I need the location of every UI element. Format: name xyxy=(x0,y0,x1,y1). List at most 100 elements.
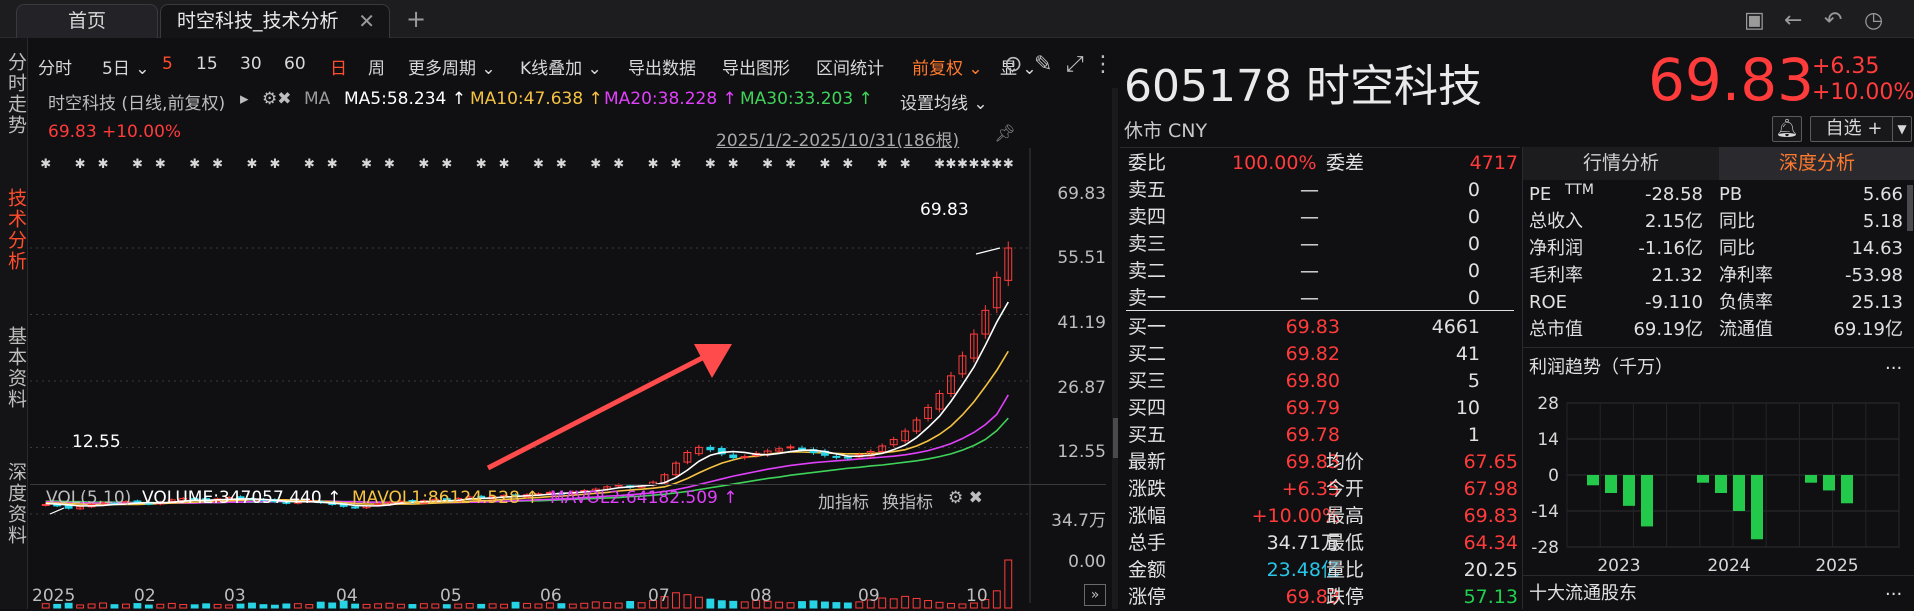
candles xyxy=(41,241,1013,511)
profit-y-tick: 14 xyxy=(1537,430,1559,450)
more-icon[interactable]: ⋮ xyxy=(1092,52,1114,77)
stat-row: 涨幅 +10.00% 最高 69.83 xyxy=(1120,503,1520,530)
nav-basic-info[interactable]: 基本资料 xyxy=(0,326,28,410)
panel-splitter[interactable] xyxy=(1112,88,1118,609)
stat-value: 69.83 xyxy=(1285,451,1340,473)
bid-row[interactable]: 买二 69.82 41 xyxy=(1120,341,1520,368)
event-marker: ✱ xyxy=(418,157,429,172)
undo-icon[interactable]: ↶ xyxy=(1824,8,1842,33)
candle-body xyxy=(740,456,749,459)
set-ma-button[interactable]: 设置均线 ⌄ xyxy=(900,89,988,114)
volume-bar xyxy=(167,602,176,609)
divider xyxy=(1523,575,1914,576)
tab-tech-analysis[interactable]: 时空科技_技术分析 ✕ xyxy=(160,4,390,38)
chart-toolbar: 分时 5日 ⌄ 5 15 30 60 日周更多周期 ⌄ K线叠加 ⌄ 导出数据 导出图形 区间统计 前… xyxy=(32,44,1112,88)
tab-home-label: 首页 xyxy=(67,10,106,32)
scroll-right-button[interactable]: » xyxy=(1084,584,1106,606)
candle-body xyxy=(832,455,841,458)
event-marker: ✱ xyxy=(648,157,659,172)
stat-label: 跌停 xyxy=(1326,586,1365,608)
x-tick: 09 xyxy=(858,586,880,606)
volume-bar xyxy=(213,603,222,609)
watchlist-button[interactable]: 自选 + xyxy=(1810,116,1898,142)
alert-bell-icon[interactable]: 🔔︎ xyxy=(1772,116,1802,142)
fullscreen-icon[interactable]: ⤢ xyxy=(1066,52,1084,77)
tab-market-analysis[interactable]: 行情分析 xyxy=(1523,147,1719,180)
gear-icon[interactable]: ⚙✖ xyxy=(262,89,291,109)
ask-row[interactable]: 卖二 — 0 xyxy=(1120,258,1520,285)
stat-label: 今开 xyxy=(1326,478,1365,500)
toolbar-item[interactable]: 导出图形 xyxy=(722,54,790,79)
bid-row[interactable]: 买三 69.80 5 xyxy=(1120,368,1520,395)
toolbar-item[interactable]: 15 xyxy=(196,54,218,74)
event-marker: ✱ xyxy=(441,157,452,172)
ask-row[interactable]: 卖一 — 0 xyxy=(1120,285,1520,312)
chart-last-pct: +10.00% xyxy=(102,122,182,142)
metric-label: ROE xyxy=(1529,292,1568,313)
tab-deep-analysis[interactable]: 深度分析 xyxy=(1719,147,1914,180)
y-tick-3: 41.19 xyxy=(1057,313,1106,333)
toolbar-item[interactable]: K线叠加 ⌄ xyxy=(520,54,602,79)
history-icon[interactable]: ◷ xyxy=(1864,8,1883,33)
indicator-settings-icon[interactable]: ⚙ ✖ xyxy=(948,488,983,508)
volume-bar xyxy=(809,600,818,609)
event-marker: ✱ xyxy=(476,157,487,172)
stat-value: 64.34 xyxy=(1463,532,1518,554)
ask-price: — xyxy=(1300,287,1319,309)
toolbar-item[interactable]: 5 xyxy=(162,54,173,74)
top10-holders-more[interactable]: ... xyxy=(1885,579,1902,600)
toolbar-item[interactable]: 30 xyxy=(240,54,262,74)
metric-value: 25.13 xyxy=(1851,292,1903,313)
ask-row[interactable]: 卖三 — 0 xyxy=(1120,231,1520,258)
chart-collapse-icon[interactable]: ▸ xyxy=(240,89,249,109)
toolbar-item[interactable]: 周 xyxy=(368,54,385,79)
screenshot-icon[interactable]: ▣ xyxy=(1744,8,1765,33)
profit-bar xyxy=(1733,475,1745,511)
metric-row: 总市值 69.19亿 流通值 69.19亿 xyxy=(1529,316,1909,343)
metric-sublabel: TTM xyxy=(1565,182,1594,198)
profit-trend-more[interactable]: ... xyxy=(1885,353,1902,374)
ask-row[interactable]: 卖五 — 0 xyxy=(1120,177,1520,204)
brush-icon[interactable]: ✎ xyxy=(1034,52,1052,77)
toolbar-item[interactable]: 更多周期 ⌄ xyxy=(408,54,496,79)
stat-label: 均价 xyxy=(1326,451,1365,473)
toolbar-item[interactable]: 前复权 ⌄ xyxy=(912,54,983,79)
toolbar-item[interactable]: 导出数据 xyxy=(628,54,696,79)
toolbar-item[interactable]: 5日 ⌄ xyxy=(102,54,149,79)
watchlist-dropdown-icon[interactable]: ▼ xyxy=(1892,116,1912,142)
event-marker: ✱ xyxy=(155,157,166,172)
pin-icon[interactable]: 📌︎ xyxy=(994,124,1016,144)
settings-circle-icon[interactable]: ⊙ xyxy=(1004,52,1022,77)
stat-label: 涨幅 xyxy=(1128,505,1167,527)
add-indicator-button[interactable]: 加指标 xyxy=(818,488,869,513)
nav-deep-info[interactable]: 深度资料 xyxy=(0,462,28,546)
bid-row[interactable]: 买四 69.79 10 xyxy=(1120,395,1520,422)
toolbar-item[interactable]: 分时 xyxy=(38,54,72,79)
toolbar-item[interactable]: 60 xyxy=(284,54,306,74)
swap-indicator-button[interactable]: 换指标 xyxy=(882,488,933,513)
metric-value: 69.19亿 xyxy=(1633,319,1703,340)
close-icon[interactable]: ✕ xyxy=(358,5,375,37)
volume-bar xyxy=(362,603,371,609)
back-icon[interactable]: ← xyxy=(1784,8,1802,33)
splitter-handle[interactable] xyxy=(1113,418,1118,458)
volume-bar xyxy=(99,602,107,609)
volume-bar xyxy=(878,597,887,609)
fundamentals-scrollbar[interactable] xyxy=(1907,185,1913,231)
bid-row[interactable]: 买五 69.78 1 xyxy=(1120,422,1520,449)
metric-value: 69.19亿 xyxy=(1833,319,1903,340)
volume-bar xyxy=(316,601,325,609)
toolbar-item[interactable]: 区间统计 xyxy=(816,54,884,79)
ask-row[interactable]: 卖四 — 0 xyxy=(1120,204,1520,231)
event-marker: ✱ xyxy=(75,157,86,172)
toolbar-item[interactable]: 日 xyxy=(330,54,347,79)
tab-home[interactable]: 首页 xyxy=(16,4,158,38)
ma20-value: MA20:38.228 ↑ xyxy=(604,89,737,109)
add-tab-icon[interactable]: + xyxy=(406,5,426,33)
nav-technical[interactable]: 技术分析 xyxy=(0,188,28,272)
bid-row[interactable]: 买一 69.83 4661 xyxy=(1120,314,1520,341)
weicha-label: 委差 xyxy=(1326,152,1365,174)
candle-body xyxy=(729,454,738,459)
chart-stock-name: 时空科技 (日线,前复权) xyxy=(48,94,226,114)
nav-intraday[interactable]: 分时走势 xyxy=(0,52,28,136)
